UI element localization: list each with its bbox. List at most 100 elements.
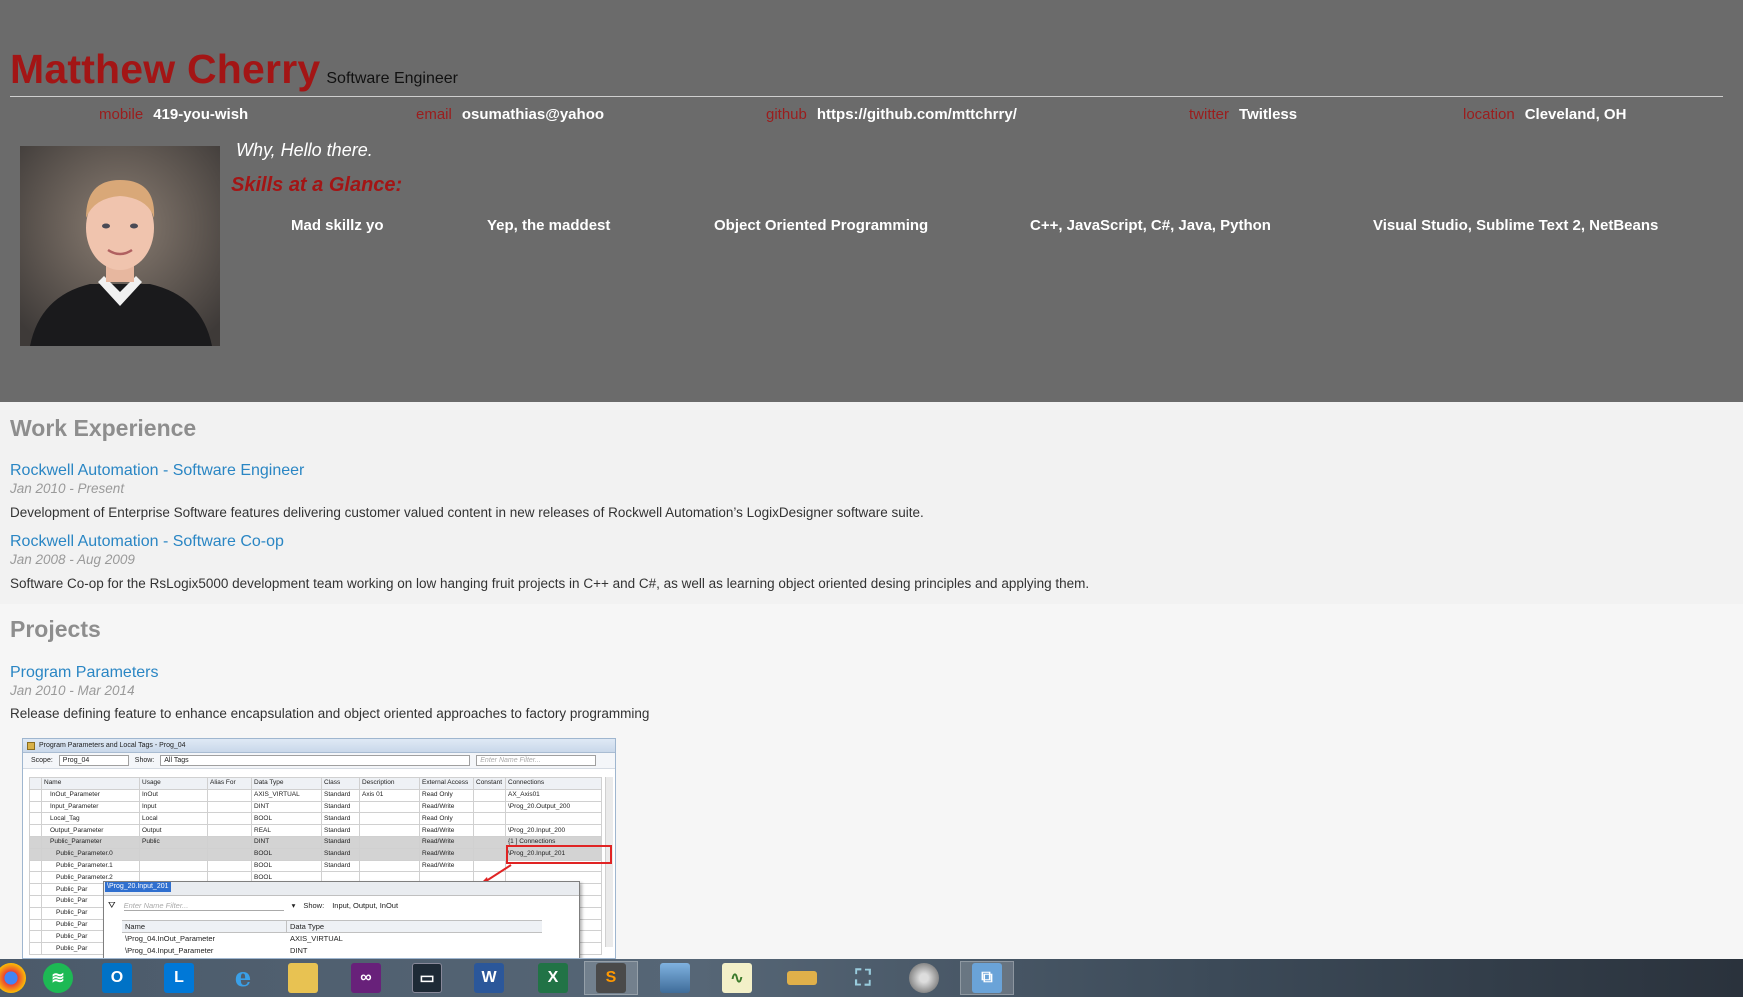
popup-grid: Name Data Type \Prog_04.InOut_Parameter … (122, 920, 542, 957)
contact-label: location (1463, 106, 1515, 123)
project-item-title[interactable]: Program Parameters (10, 664, 159, 682)
taskbar-lync[interactable]: L (152, 961, 206, 995)
grid-cell: Read Only (419, 788, 474, 802)
taskbar-remote-desktop[interactable]: ⧉ (960, 961, 1014, 995)
grid-cell (473, 824, 506, 837)
popup-show-label: Show: (303, 901, 325, 910)
taskbar-media[interactable] (897, 961, 951, 995)
grid-cell (473, 835, 506, 849)
grid-cell: \Prog_20.Input_200 (505, 824, 602, 837)
work-item-title[interactable]: Rockwell Automation - Software Co-op (10, 533, 284, 551)
row-header-cell (29, 847, 42, 861)
contact-value[interactable]: osumathias@yahoo (462, 106, 604, 123)
taskbar-visual-studio[interactable]: ∞ (339, 961, 393, 995)
popup-edit-value: \Prog_20.Input_201 (105, 882, 171, 892)
grid-cell: BOOL (251, 847, 322, 861)
grid-cell: Public (139, 835, 208, 849)
grid-cell (207, 812, 252, 826)
popup-cell: AXIS_VIRTUAL (290, 934, 343, 943)
contact-mobile: mobile 419-you-wish (99, 106, 248, 123)
grid-cell: Standard (321, 847, 360, 861)
grid-cell: BOOL (251, 812, 322, 826)
taskbar-word[interactable]: W (462, 961, 516, 995)
grid-cell: Standard (321, 859, 360, 873)
taskbar-rslinx[interactable] (775, 961, 829, 995)
highlight-box (506, 845, 612, 864)
word-icon: W (474, 963, 504, 993)
row-header-cell (29, 930, 42, 944)
grid-header-row: Name Usage Alias For Data Type Class Des… (29, 777, 602, 790)
grid-cell (359, 835, 420, 849)
taskbar-terminal[interactable]: ▭ (400, 961, 454, 995)
popup-column-header: Name (122, 921, 287, 932)
column-header: External Access (419, 777, 474, 790)
column-header: Constant (473, 777, 506, 790)
grid-cell: Local_Tag (41, 812, 140, 826)
grid-cell (207, 788, 252, 802)
rslinx-icon (787, 971, 817, 985)
work-item-description: Development of Enterprise Software featu… (10, 505, 924, 520)
project-item-description: Release defining feature to enhance enca… (10, 706, 650, 721)
taskbar-notepad[interactable]: ∿ (710, 961, 764, 995)
row-header-cell (29, 812, 42, 826)
taskbar-ie[interactable]: e (216, 961, 270, 995)
work-section (0, 402, 1743, 604)
taskbar-explorer[interactable] (276, 961, 330, 995)
grid-cell (359, 847, 420, 861)
grid-cell: AX_Axis01 (505, 788, 602, 802)
grid-cell: Read/Write (419, 800, 474, 814)
profile-header: Matthew Cherry Software Engineer mobile … (0, 0, 1743, 402)
grid-cell: BOOL (251, 859, 322, 873)
contact-value[interactable]: https://github.com/mttchrry/ (817, 106, 1017, 123)
spotify-icon: ≋ (43, 963, 73, 993)
project-item-date: Jan 2010 - Mar 2014 (10, 683, 135, 698)
row-header-cell (29, 824, 42, 837)
taskbar-photos[interactable] (648, 961, 702, 995)
column-header: Connections (505, 777, 602, 790)
chevron-down-icon: ▾ (291, 901, 296, 910)
column-header: Usage (139, 777, 208, 790)
network-icon: ⛶ (855, 965, 871, 990)
grid-cell (359, 824, 420, 837)
grid-cell: Output_Parameter (41, 824, 140, 837)
grid-row: Local_Tag Local BOOL Standard Read Only (29, 812, 602, 826)
popup-filter-row: ⛛ Enter Name Filter... ▾ Show: Input, Ou… (108, 900, 552, 911)
grid-cell: Standard (321, 812, 360, 826)
skill-item: C++, JavaScript, C#, Java, Python (1030, 217, 1271, 234)
grid-cell: AXIS_VIRTUAL (251, 788, 322, 802)
row-header-cell (29, 883, 42, 896)
row-header-cell (29, 906, 42, 920)
popup-edit-field: \Prog_20.Input_201 (103, 881, 243, 893)
grid-cell: Standard (321, 824, 360, 837)
contact-label: email (416, 106, 452, 123)
taskbar-network[interactable]: ⛶ (836, 961, 890, 995)
grid-cell (207, 824, 252, 837)
taskbar-sublime[interactable]: S (584, 961, 638, 995)
profile-name: Matthew Cherry (10, 46, 321, 92)
grid-cell (207, 847, 252, 861)
grid-cell (359, 800, 420, 814)
filter-field: Enter Name Filter... (476, 755, 597, 766)
show-label: Show: (134, 757, 155, 764)
contact-value[interactable]: Twitless (1239, 106, 1297, 123)
popup-cell: DINT (290, 946, 308, 955)
notepad-icon: ∿ (722, 963, 752, 993)
popup-cell: \Prog_04.InOut_Parameter (125, 934, 216, 943)
outlook-icon: O (102, 963, 132, 993)
taskbar-outlook[interactable]: O (90, 961, 144, 995)
taskbar-excel[interactable]: X (526, 961, 580, 995)
work-item-title[interactable]: Rockwell Automation - Software Engineer (10, 462, 304, 480)
grid-cell: Input_Parameter (41, 800, 140, 814)
contact-bar: mobile 419-you-wish email osumathias@yah… (0, 106, 1743, 128)
popup-cell: \Prog_04.Input_Parameter (125, 946, 214, 955)
grid-cell: Read/Write (419, 859, 474, 873)
grid-cell: Standard (321, 835, 360, 849)
taskbar-spotify[interactable]: ≋ (31, 961, 85, 995)
scope-label: Scope: (31, 757, 53, 764)
grid-cell (207, 835, 252, 849)
grid-cell (359, 812, 420, 826)
work-item-description: Software Co-op for the RsLogix5000 devel… (10, 576, 1090, 591)
name-row: Matthew Cherry Software Engineer (10, 46, 458, 93)
grid-cell (359, 859, 420, 873)
popup-grid-header: Name Data Type (122, 921, 542, 933)
